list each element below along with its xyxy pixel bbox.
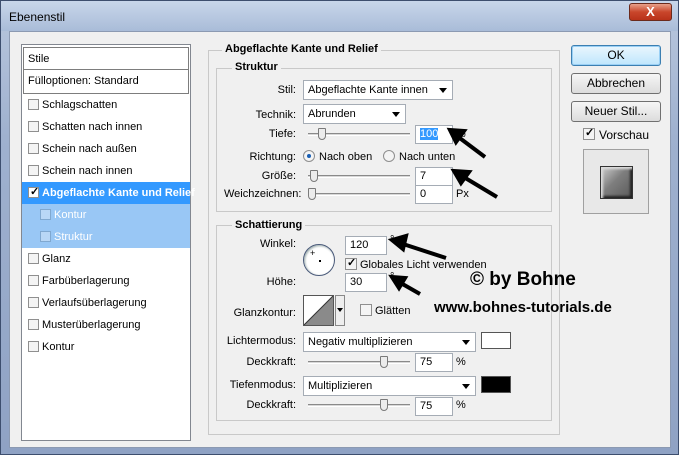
dialog-client-area: Stile Fülloptionen: Standard Schlagschat… (9, 31, 671, 448)
title-bar[interactable]: Ebenenstil X (1, 1, 678, 31)
arrow-angle (399, 241, 447, 260)
window-title: Ebenenstil (9, 10, 66, 24)
arrow-angle-head (387, 233, 409, 253)
close-button[interactable]: X (629, 3, 672, 21)
arrow-size (460, 174, 499, 199)
arrow-size-head (450, 168, 473, 187)
arrow-depth (455, 134, 487, 159)
dialog-window: Ebenenstil X Stile Fülloptionen: Standar… (0, 0, 679, 455)
annotation-arrows (387, 127, 499, 296)
